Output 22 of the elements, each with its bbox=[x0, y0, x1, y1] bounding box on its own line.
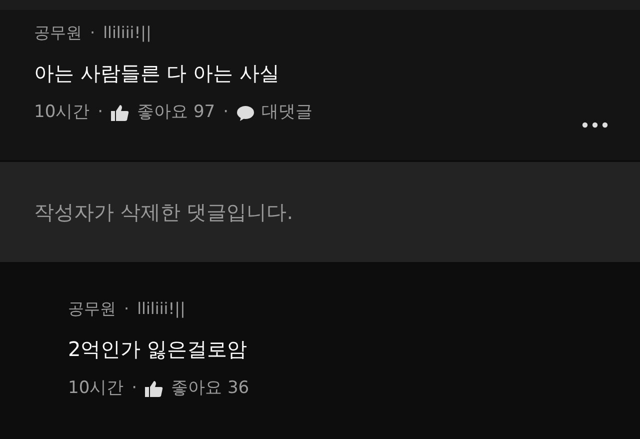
separator-dot: · bbox=[123, 298, 130, 320]
like-button[interactable]: 좋아요 97 bbox=[111, 100, 216, 126]
deleted-comment-text: 작성자가 삭제한 댓글입니다. bbox=[34, 199, 294, 226]
user-handle: lliliii!|| bbox=[103, 22, 152, 44]
like-button[interactable]: 좋아요 36 bbox=[145, 376, 250, 402]
speech-bubble-icon bbox=[236, 106, 254, 120]
thumbs-up-icon bbox=[111, 105, 130, 121]
user-handle: lliliii!|| bbox=[137, 298, 186, 320]
separator-dot: · bbox=[222, 101, 230, 124]
timestamp: 10시간 bbox=[34, 101, 90, 124]
comment-text: 2억인가 잃은걸로암 bbox=[68, 336, 248, 363]
author-name: 공무원 bbox=[68, 298, 116, 320]
more-icon bbox=[582, 122, 608, 128]
more-options-button[interactable] bbox=[580, 120, 610, 130]
separator-dot: · bbox=[96, 101, 104, 124]
separator-dot: · bbox=[89, 22, 96, 44]
reply-button[interactable]: 대댓글 bbox=[236, 100, 312, 126]
comment-text: 아는 사람들른 다 아는 사실 bbox=[34, 60, 280, 87]
separator-dot: · bbox=[130, 377, 138, 400]
thumbs-up-icon bbox=[145, 381, 164, 397]
timestamp: 10시간 bbox=[68, 377, 124, 400]
author-name: 공무원 bbox=[34, 22, 82, 44]
